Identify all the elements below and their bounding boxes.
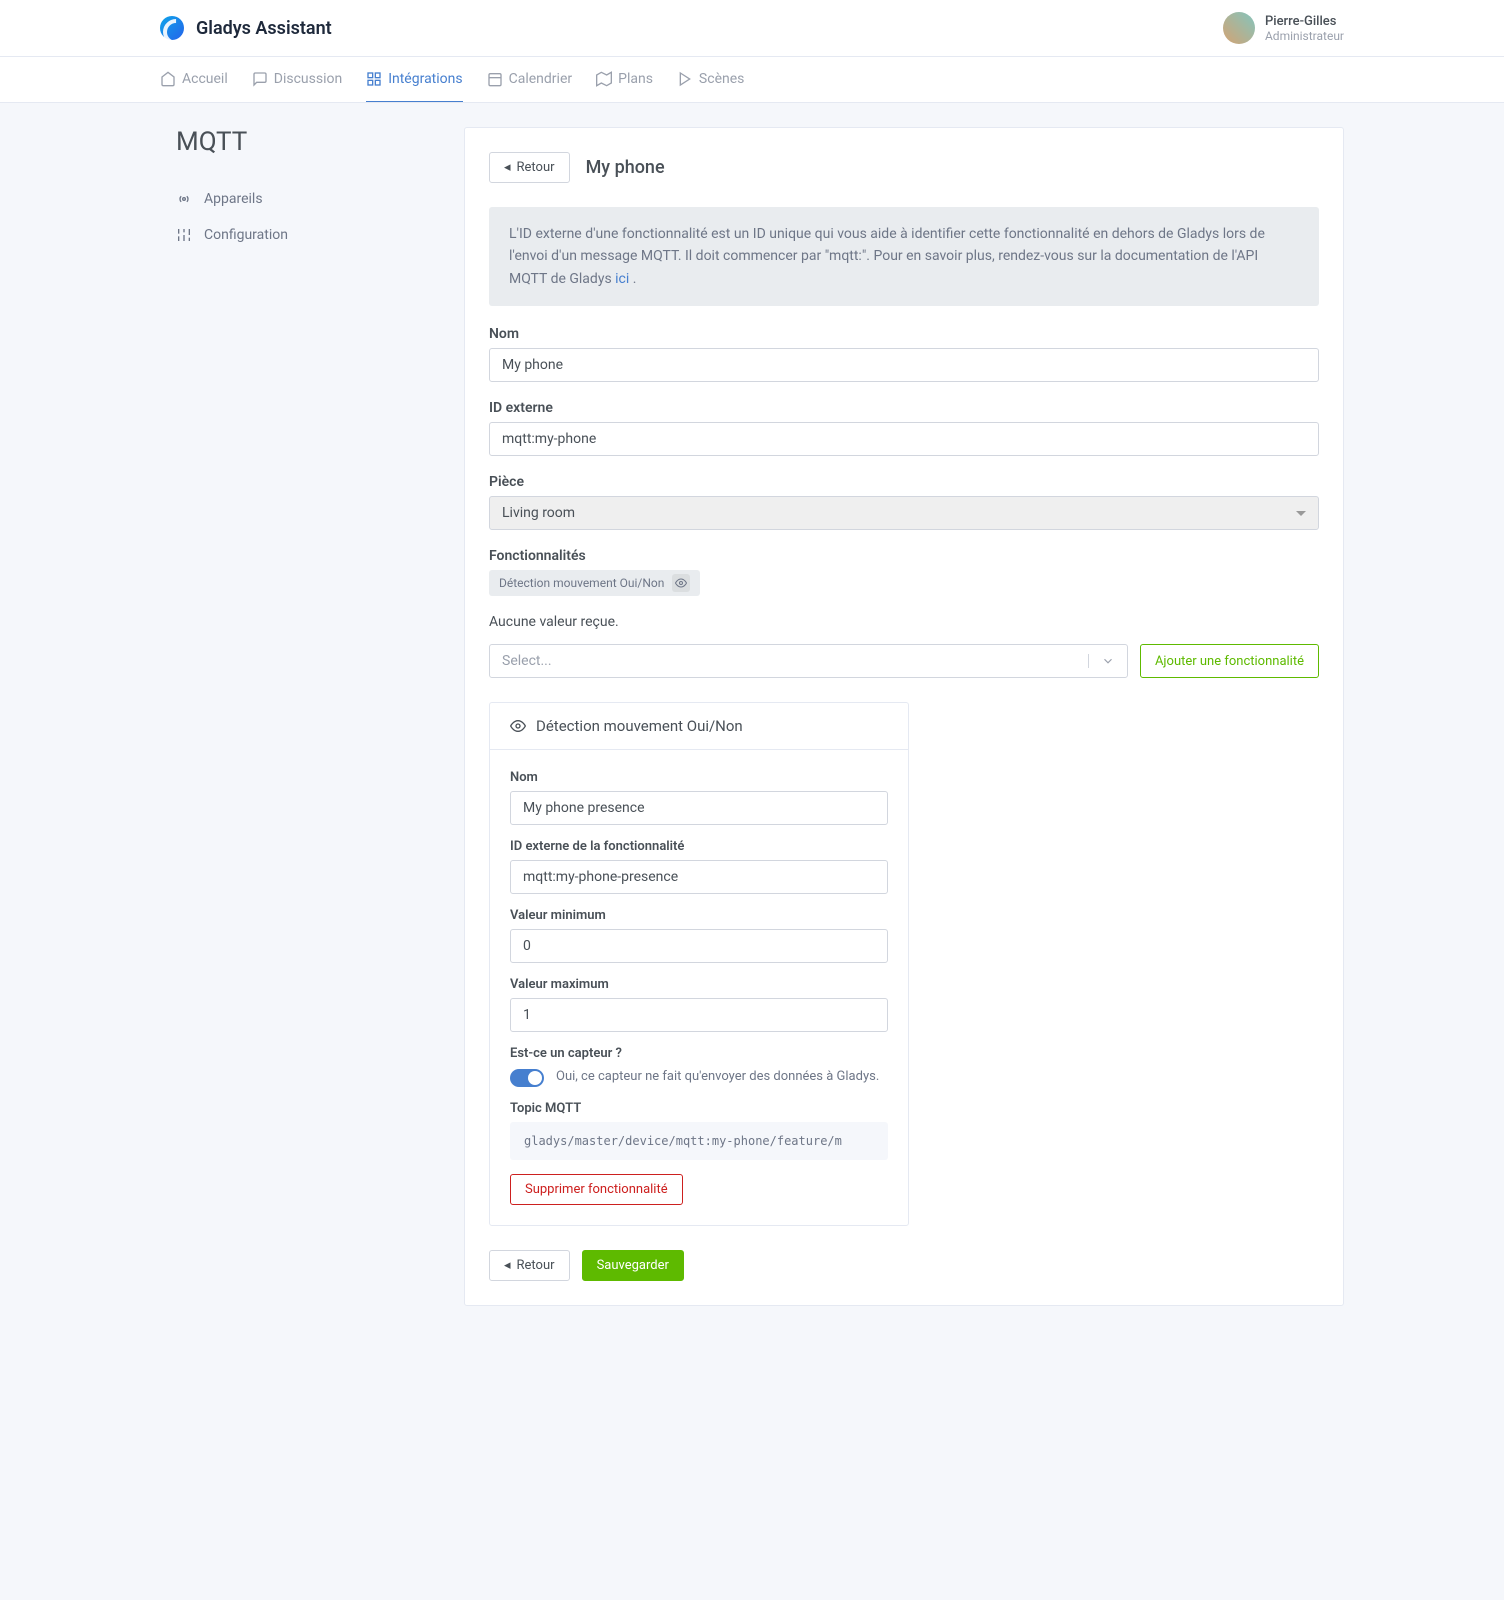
calendar-icon [487,71,503,87]
feature-tag: Détection mouvement Oui/Non [489,570,700,596]
chat-icon [252,71,268,87]
sidebar-item-devices[interactable]: Appareils [160,181,440,217]
no-value-text: Aucune valeur reçue. [489,614,1319,630]
play-icon [677,71,693,87]
feature-external-id-label: ID externe de la fonctionnalité [510,839,888,854]
user-role: Administrateur [1265,29,1344,43]
external-id-input[interactable] [489,422,1319,456]
external-id-label: ID externe [489,400,1319,416]
max-input[interactable] [510,998,888,1032]
room-select[interactable]: Living room [489,496,1319,530]
eye-icon [510,718,526,734]
feature-name-input[interactable] [510,791,888,825]
save-button[interactable]: Sauvegarder [582,1250,684,1281]
feature-select[interactable]: Select... [489,644,1128,678]
doc-link[interactable]: ici [615,271,629,287]
logo-icon [160,16,184,40]
name-label: Nom [489,326,1319,342]
chevron-left-icon: ◂ [504,1258,511,1273]
footer-back-button[interactable]: ◂ Retour [489,1250,570,1281]
nav-calendar[interactable]: Calendrier [487,57,573,102]
sidebar-title: MQTT [160,127,440,157]
map-icon [596,71,612,87]
user-menu[interactable]: Pierre-Gilles Administrateur [1223,12,1344,44]
nav-plans[interactable]: Plans [596,57,653,102]
chevron-down-icon [1088,654,1115,668]
page-title: My phone [586,157,665,178]
info-alert: L'ID externe d'une fonctionnalité est un… [489,207,1319,306]
sidebar-item-config[interactable]: Configuration [160,217,440,253]
nav-home[interactable]: Accueil [160,57,228,102]
sliders-icon [176,227,192,243]
nav-scenes[interactable]: Scènes [677,57,744,102]
avatar [1223,12,1255,44]
feature-card-header: Détection mouvement Oui/Non [490,703,908,750]
room-label: Pièce [489,474,1319,490]
name-input[interactable] [489,348,1319,382]
min-label: Valeur minimum [510,908,888,923]
features-label: Fonctionnalités [489,548,1319,564]
nav-integrations[interactable]: Intégrations [366,57,462,102]
max-label: Valeur maximum [510,977,888,992]
back-button[interactable]: ◂ Retour [489,152,570,183]
home-icon [160,71,176,87]
grid-icon [366,71,382,87]
min-input[interactable] [510,929,888,963]
chevron-left-icon: ◂ [504,160,511,175]
brand[interactable]: Gladys Assistant [160,16,332,40]
sensor-text: Oui, ce capteur ne fait qu'envoyer des d… [556,1067,879,1087]
radio-icon [176,191,192,207]
brand-name: Gladys Assistant [196,18,332,39]
topic-value: gladys/master/device/mqtt:my-phone/featu… [510,1122,888,1160]
feature-external-id-input[interactable] [510,860,888,894]
feature-name-label: Nom [510,770,888,785]
eye-icon [672,574,690,592]
nav-discussion[interactable]: Discussion [252,57,342,102]
sensor-toggle[interactable] [510,1069,544,1087]
add-feature-button[interactable]: Ajouter une fonctionnalité [1140,644,1319,678]
delete-feature-button[interactable]: Supprimer fonctionnalité [510,1174,683,1205]
user-name: Pierre-Gilles [1265,14,1344,29]
topic-label: Topic MQTT [510,1101,888,1116]
sensor-label: Est-ce un capteur ? [510,1046,888,1061]
